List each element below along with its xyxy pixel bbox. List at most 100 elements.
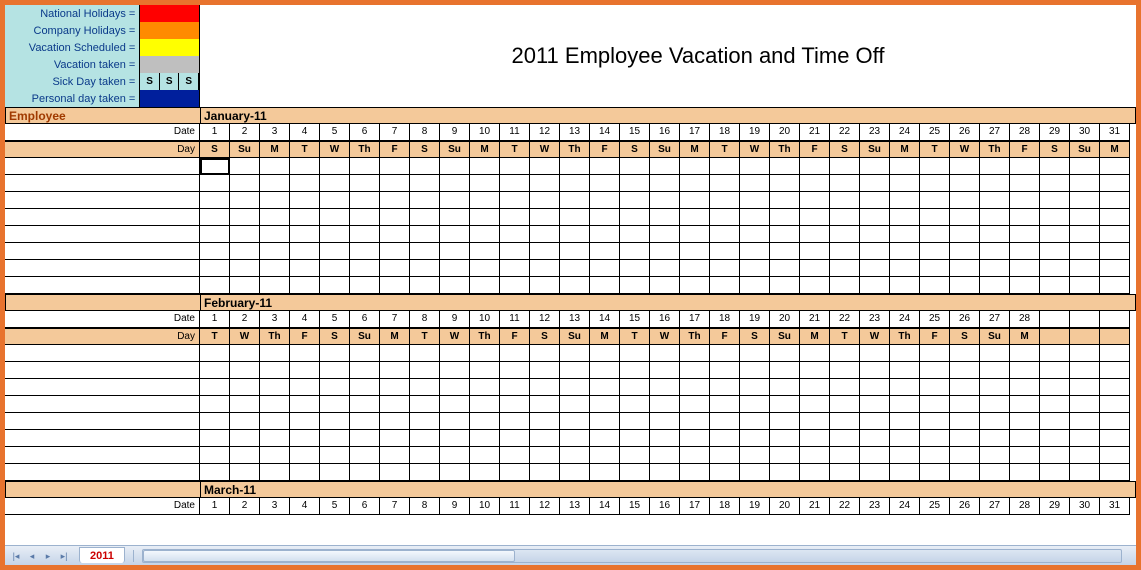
grid-cell[interactable]: 27: [980, 124, 1010, 141]
grid-cell[interactable]: Th: [770, 141, 800, 158]
grid-cell[interactable]: [830, 396, 860, 413]
grid-cell[interactable]: 19: [740, 311, 770, 328]
grid-cell[interactable]: Th: [350, 141, 380, 158]
grid-cell[interactable]: [350, 345, 380, 362]
grid-cell[interactable]: 15: [620, 311, 650, 328]
grid-cell[interactable]: [260, 379, 290, 396]
grid-cell[interactable]: [560, 464, 590, 481]
grid-cell[interactable]: [350, 158, 380, 175]
grid-cell[interactable]: W: [740, 141, 770, 158]
grid-cell[interactable]: [1010, 209, 1040, 226]
grid-cell[interactable]: [290, 226, 320, 243]
grid-cell[interactable]: [380, 362, 410, 379]
grid-cell[interactable]: [440, 345, 470, 362]
grid-cell[interactable]: [950, 464, 980, 481]
grid-cell[interactable]: T: [500, 141, 530, 158]
grid-cell[interactable]: F: [500, 328, 530, 345]
grid-cell[interactable]: [980, 362, 1010, 379]
grid-cell[interactable]: [920, 464, 950, 481]
grid-cell[interactable]: 22: [830, 124, 860, 141]
grid-cell[interactable]: S: [950, 328, 980, 345]
grid-cell[interactable]: 15: [620, 124, 650, 141]
grid-cell[interactable]: Su: [650, 141, 680, 158]
grid-cell[interactable]: [770, 158, 800, 175]
grid-cell[interactable]: [560, 226, 590, 243]
grid-cell[interactable]: [620, 430, 650, 447]
grid-cell[interactable]: 14: [590, 124, 620, 141]
grid-cell[interactable]: [920, 260, 950, 277]
grid-cell[interactable]: [320, 379, 350, 396]
grid-cell[interactable]: [1100, 328, 1130, 345]
grid-cell[interactable]: [350, 464, 380, 481]
grid-cell[interactable]: 5: [320, 498, 350, 515]
grid-cell[interactable]: [1010, 192, 1040, 209]
grid-cell[interactable]: [440, 464, 470, 481]
grid-cell[interactable]: 7: [380, 124, 410, 141]
grid-cell[interactable]: [620, 362, 650, 379]
grid-cell[interactable]: [950, 226, 980, 243]
grid-cell[interactable]: Su: [440, 141, 470, 158]
grid-cell[interactable]: [350, 260, 380, 277]
grid-cell[interactable]: [740, 175, 770, 192]
grid-cell[interactable]: [770, 192, 800, 209]
grid-cell[interactable]: [230, 226, 260, 243]
grid-cell[interactable]: [710, 175, 740, 192]
grid-cell[interactable]: [1040, 226, 1070, 243]
grid-cell[interactable]: [830, 277, 860, 294]
grid-cell[interactable]: [320, 447, 350, 464]
grid-cell[interactable]: [770, 345, 800, 362]
grid-cell[interactable]: [590, 362, 620, 379]
grid-cell[interactable]: W: [950, 141, 980, 158]
grid-cell[interactable]: [740, 464, 770, 481]
grid-cell[interactable]: [380, 277, 410, 294]
grid-cell[interactable]: T: [710, 141, 740, 158]
grid-cell[interactable]: [290, 396, 320, 413]
grid-cell[interactable]: [320, 345, 350, 362]
grid-cell[interactable]: [590, 192, 620, 209]
grid-cell[interactable]: [800, 345, 830, 362]
grid-cell[interactable]: [1070, 260, 1100, 277]
grid-cell[interactable]: [680, 379, 710, 396]
grid-cell[interactable]: [860, 464, 890, 481]
grid-cell[interactable]: [230, 413, 260, 430]
grid-cell[interactable]: Su: [560, 328, 590, 345]
sheet-tab-active[interactable]: 2011: [79, 547, 125, 563]
grid-cell[interactable]: [980, 464, 1010, 481]
grid-cell[interactable]: M: [890, 141, 920, 158]
grid-cell[interactable]: [350, 447, 380, 464]
grid-cell[interactable]: 20: [770, 124, 800, 141]
grid-cell[interactable]: [860, 175, 890, 192]
grid-cell[interactable]: [350, 396, 380, 413]
grid-cell[interactable]: [230, 277, 260, 294]
grid-cell[interactable]: [680, 430, 710, 447]
grid-cell[interactable]: [500, 430, 530, 447]
grid-cell[interactable]: [950, 413, 980, 430]
grid-cell[interactable]: [470, 260, 500, 277]
spreadsheet-grid[interactable]: Employee January-11 Date1234567891011121…: [5, 107, 1136, 515]
grid-cell[interactable]: [1040, 175, 1070, 192]
grid-cell[interactable]: [890, 260, 920, 277]
grid-cell[interactable]: 14: [590, 498, 620, 515]
grid-cell[interactable]: M: [800, 328, 830, 345]
grid-cell[interactable]: 17: [680, 498, 710, 515]
grid-cell[interactable]: 12: [530, 124, 560, 141]
grid-cell[interactable]: [1040, 413, 1070, 430]
grid-cell[interactable]: 17: [680, 311, 710, 328]
grid-cell[interactable]: [260, 277, 290, 294]
grid-cell[interactable]: 20: [770, 311, 800, 328]
grid-cell[interactable]: Th: [890, 328, 920, 345]
grid-cell[interactable]: [1070, 277, 1100, 294]
grid-cell[interactable]: [470, 226, 500, 243]
grid-cell[interactable]: Su: [770, 328, 800, 345]
grid-cell[interactable]: [710, 379, 740, 396]
grid-cell[interactable]: [680, 396, 710, 413]
grid-cell[interactable]: [830, 226, 860, 243]
tab-first-icon[interactable]: |◂: [9, 549, 23, 563]
grid-cell[interactable]: [200, 277, 230, 294]
grid-cell[interactable]: [590, 209, 620, 226]
grid-cell[interactable]: [830, 209, 860, 226]
grid-cell[interactable]: [1100, 226, 1130, 243]
grid-cell[interactable]: [290, 345, 320, 362]
grid-cell[interactable]: [380, 226, 410, 243]
grid-cell[interactable]: [830, 413, 860, 430]
